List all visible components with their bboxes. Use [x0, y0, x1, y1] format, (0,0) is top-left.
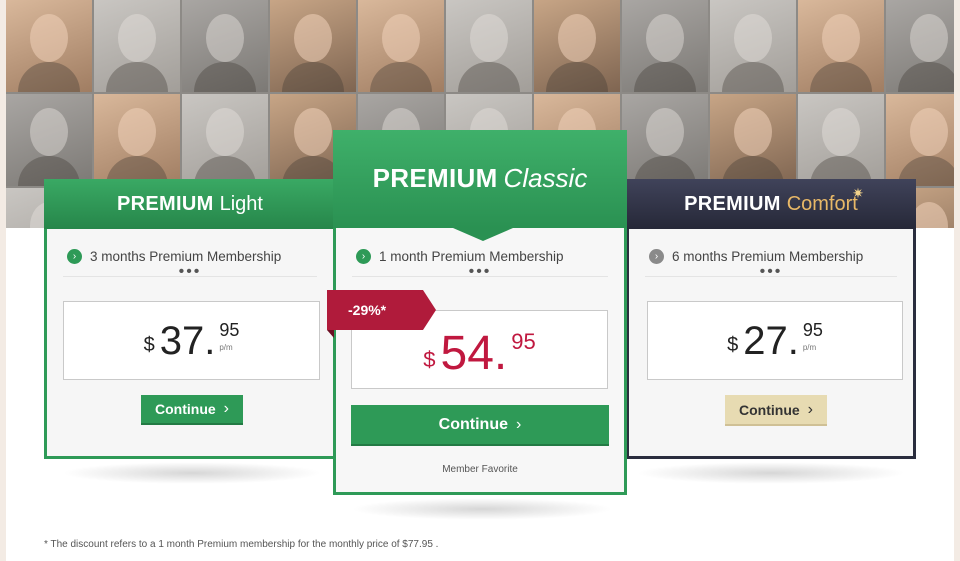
price-main: 27.	[743, 318, 799, 363]
member-photo	[622, 0, 708, 92]
continue-button-light[interactable]: Continue ›	[141, 395, 243, 425]
price-cents: 95	[219, 319, 240, 340]
price-period: p/m	[219, 342, 233, 352]
plan-feature: › 3 months Premium Membership	[67, 249, 281, 264]
member-photo	[94, 94, 180, 186]
divider	[645, 276, 897, 277]
member-photo	[94, 0, 180, 92]
plan-feature: › 6 months Premium Membership	[649, 249, 863, 264]
plan-card-comfort: PREMIUM Comfort ✷ › 6 months Premium Mem…	[626, 179, 916, 459]
divider	[63, 276, 317, 277]
chevron-right-circle-icon: ›	[67, 249, 82, 264]
plan-feature-label: 3 months Premium Membership	[90, 249, 282, 264]
member-photo	[886, 94, 954, 186]
member-photo	[798, 94, 884, 186]
price-currency: $	[143, 333, 155, 356]
member-photo	[886, 0, 954, 92]
sparkle-icon: ✷	[852, 184, 864, 201]
card-shadow	[636, 462, 906, 484]
continue-button-label: Continue	[438, 415, 508, 433]
continue-button-label: Continue	[155, 401, 216, 417]
continue-button-comfort[interactable]: Continue ›	[725, 395, 827, 426]
price-currency: $	[727, 333, 739, 356]
member-photo	[182, 94, 268, 186]
price-cents: 95	[511, 328, 536, 354]
price-main: 54.	[440, 326, 508, 380]
continue-button-classic[interactable]: Continue ›	[351, 405, 609, 446]
chevron-right-circle-icon: ›	[356, 249, 371, 264]
header-pointer	[453, 228, 513, 241]
member-photo	[534, 0, 620, 92]
plan-title-brand: PREMIUM	[117, 192, 214, 215]
member-photo	[270, 0, 356, 92]
member-photo	[710, 0, 796, 92]
plan-title-brand: PREMIUM	[684, 192, 781, 215]
plan-title-tier: Classic	[503, 162, 588, 193]
continue-button-label: Continue	[739, 401, 800, 418]
member-photo	[6, 94, 92, 186]
chevron-right-icon: ›	[807, 400, 813, 418]
ribbon-fold	[327, 330, 334, 338]
member-photo	[6, 0, 92, 92]
price-cents: 95	[802, 319, 823, 340]
member-photo	[358, 0, 444, 92]
chevron-right-icon: ›	[223, 400, 229, 417]
member-photo	[182, 0, 268, 92]
page: PREMIUM Light › 3 months Premium Members…	[6, 0, 954, 561]
chevron-right-icon: ›	[516, 415, 522, 433]
price-period: p/m	[802, 342, 817, 352]
divider	[352, 276, 608, 277]
plan-title-brand: PREMIUM	[372, 162, 498, 193]
plan-feature-label: 1 month Premium Membership	[379, 249, 564, 264]
plan-feature-label: 6 months Premium Membership	[672, 249, 864, 264]
member-photo	[710, 94, 796, 186]
plan-title: PREMIUM Classic	[333, 130, 627, 228]
price-box: $ 37. 95 p/m	[63, 301, 320, 380]
chevron-right-circle-icon: ›	[649, 249, 664, 264]
plan-title: PREMIUM Light	[44, 179, 336, 229]
plan-feature: › 1 month Premium Membership	[356, 249, 564, 264]
member-photo	[622, 94, 708, 186]
discount-label: -29%*	[348, 302, 387, 318]
plan-title-tier-label: Comfort	[786, 192, 858, 215]
card-shadow	[62, 462, 322, 484]
price-box: $ 27. 95 p/m	[647, 301, 903, 380]
member-photo	[446, 0, 532, 92]
plan-title-tier: Light	[219, 192, 263, 215]
price-currency: $	[423, 346, 436, 372]
member-favorite-label: Member Favorite	[442, 464, 518, 475]
plan-title: PREMIUM Comfort ✷	[626, 179, 916, 229]
card-shadow	[351, 498, 613, 520]
plan-card-light: PREMIUM Light › 3 months Premium Members…	[44, 179, 336, 459]
member-photo	[798, 0, 884, 92]
discount-ribbon: -29%*	[327, 290, 436, 330]
price-main: 37.	[159, 318, 216, 363]
discount-footnote: * The discount refers to a 1 month Premi…	[44, 539, 439, 550]
plan-title-tier: Comfort ✷	[786, 185, 864, 216]
